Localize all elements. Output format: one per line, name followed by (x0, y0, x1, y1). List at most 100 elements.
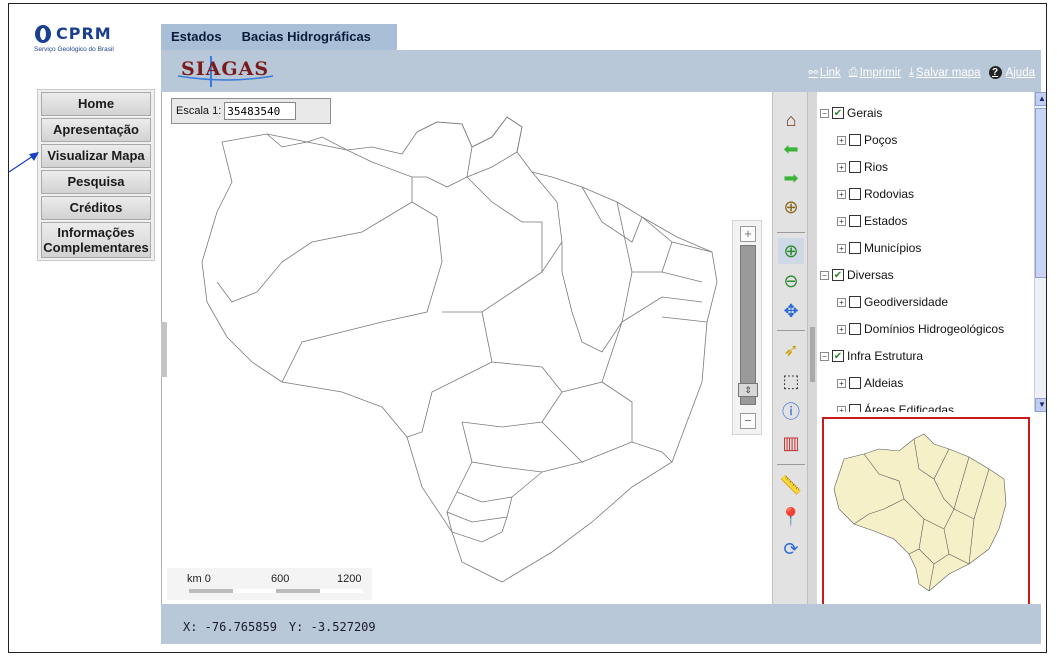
layer-label: Rodovias (864, 187, 915, 201)
zoom-slider-track[interactable] (740, 245, 756, 405)
nav-pesquisa[interactable]: Pesquisa (41, 170, 151, 194)
refresh-icon[interactable]: ⟳ (778, 536, 804, 562)
info-icon[interactable]: ⓘ (778, 399, 804, 425)
layer-rios[interactable]: + Rios (837, 160, 888, 174)
layer-infra-estrutura[interactable]: − ✔ Infra Estrutura (820, 349, 923, 363)
collapse-icon[interactable]: − (820, 270, 829, 280)
layer-checkbox[interactable] (849, 404, 861, 412)
help-button[interactable]: ? Ajuda (988, 66, 1035, 79)
scale-bar-labels: km 0 600 1200 (187, 573, 361, 585)
zoom-in-icon[interactable]: ⊕ (778, 238, 804, 264)
tab-estados[interactable]: Estados (161, 24, 232, 50)
expand-icon[interactable]: + (837, 162, 846, 172)
scroll-up-icon[interactable]: ▲ (1035, 92, 1046, 106)
identify-icon[interactable]: ➶ (778, 337, 804, 363)
layer-label: Infra Estrutura (847, 349, 924, 363)
scrollbar-thumb[interactable] (1035, 108, 1046, 278)
expand-icon[interactable]: + (837, 324, 846, 334)
siagas-logo: SIAGAS (173, 54, 283, 88)
expand-icon[interactable]: + (837, 189, 846, 199)
scale-bar-label-1200: 1200 (337, 573, 362, 585)
layer-rodovias[interactable]: + Rodovias (837, 187, 914, 201)
layer-checkbox[interactable] (849, 323, 861, 335)
zoom-out-icon[interactable]: ⊖ (778, 268, 804, 294)
layer-checkbox-checked[interactable]: ✔ (832, 107, 844, 119)
zoom-slider-minus-icon[interactable]: − (740, 413, 756, 429)
layer-checkbox[interactable] (849, 161, 861, 173)
layer-label: Poços (864, 133, 898, 147)
overview-brazil-map[interactable] (824, 419, 1028, 605)
scale-label: Escala 1: (176, 105, 222, 117)
layer-checkbox[interactable] (849, 188, 861, 200)
layer-checkbox[interactable] (849, 215, 861, 227)
layer-diversas[interactable]: − ✔ Diversas (820, 268, 894, 282)
nav-apresentacao[interactable]: Apresentação (41, 118, 151, 142)
nav-informacoes-complementares[interactable]: Informações Complementares (41, 222, 151, 258)
layer-municipios[interactable]: + Municípios (837, 241, 921, 255)
layer-dominios-hidrogeologicos[interactable]: + Domínios Hidrogeológicos (837, 322, 1004, 336)
pointer-arrow-icon (9, 152, 39, 173)
expand-icon[interactable]: + (837, 297, 846, 307)
cprm-logo[interactable]: CPRM Serviço Geológico do Brasil (34, 22, 154, 62)
measure-icon[interactable]: 📏 (778, 472, 804, 498)
scale-input[interactable] (224, 102, 297, 120)
brazil-map[interactable] (162, 92, 773, 604)
layer-label: Aldeias (864, 376, 904, 390)
expand-icon[interactable]: + (837, 243, 846, 253)
layer-label: Estados (864, 214, 908, 228)
panel-splitter[interactable] (808, 92, 817, 604)
save-map-button[interactable]: ⤓ Salvar mapa (909, 66, 980, 79)
save-map-label: Salvar mapa (916, 66, 981, 79)
overview-map[interactable] (822, 417, 1030, 607)
layer-aldeias[interactable]: + Aldeias (837, 376, 903, 390)
link-button[interactable]: ⚯ Link (808, 66, 841, 80)
layer-checkbox[interactable] (849, 377, 861, 389)
scroll-down-icon[interactable]: ▼ (1035, 398, 1046, 412)
zoom-slider-handle[interactable]: ⇕ (738, 383, 758, 397)
printer-icon: ⎙ (848, 66, 858, 78)
zoom-slider[interactable]: + ⇕ − (732, 220, 762, 435)
forward-arrow-icon[interactable]: ➡ (778, 165, 804, 191)
nav-creditos[interactable]: Créditos (41, 196, 151, 220)
nav-home[interactable]: Home (41, 92, 151, 116)
print-label: Imprimir (859, 66, 902, 79)
collapse-icon[interactable]: − (820, 351, 829, 361)
left-panel-grip[interactable] (161, 322, 167, 377)
pan-icon[interactable]: ✥ (778, 298, 804, 324)
select-icon[interactable]: ⬚ (778, 368, 804, 394)
layer-tree-scrollbar[interactable]: ▲ ▼ (1034, 92, 1046, 412)
layer-checkbox[interactable] (849, 242, 861, 254)
layer-checkbox[interactable] (849, 134, 861, 146)
layer-pocos[interactable]: + Poços (837, 133, 897, 147)
logo-subtitle: Serviço Geológico do Brasil (34, 46, 114, 53)
zoom-slider-plus-icon[interactable]: + (740, 226, 756, 242)
layer-checkbox-checked[interactable]: ✔ (832, 350, 844, 362)
layer-label: Diversas (847, 268, 894, 282)
home-icon[interactable]: ⌂ (778, 107, 804, 133)
layer-estados[interactable]: + Estados (837, 214, 907, 228)
layer-geodiversidade[interactable]: + Geodiversidade (837, 295, 948, 309)
link-label: Link (819, 66, 841, 79)
layer-gerais[interactable]: − ✔ Gerais (820, 106, 882, 120)
marker-icon[interactable]: 📍 (778, 504, 804, 530)
map-view[interactable]: Escala 1: + ⇕ − km 0 600 1200 (161, 92, 772, 604)
scale-bar-graphic (189, 589, 363, 593)
expand-icon[interactable]: + (837, 405, 846, 412)
layer-checkbox-checked[interactable]: ✔ (832, 269, 844, 281)
collapse-icon[interactable]: − (820, 108, 829, 118)
splitter-grip[interactable] (810, 327, 815, 382)
expand-icon[interactable]: + (837, 378, 846, 388)
expand-icon[interactable]: + (837, 135, 846, 145)
print-button[interactable]: ⎙ Imprimir (849, 66, 901, 79)
scale-bar-label-600: 600 (271, 573, 290, 585)
tab-bacias-hidrograficas[interactable]: Bacias Hidrográficas (232, 24, 381, 50)
expand-icon[interactable]: + (837, 216, 846, 226)
layer-areas-edificadas[interactable]: + Áreas Edificadas (837, 403, 954, 412)
back-arrow-icon[interactable]: ⬅ (778, 136, 804, 162)
legend-icon[interactable]: ▥ (778, 430, 804, 456)
siagas-logo-text: SIAGAS (181, 58, 270, 80)
layer-checkbox[interactable] (849, 296, 861, 308)
status-bar: X: -76.765859 Y: -3.527209 (161, 604, 1041, 644)
nav-visualizar-mapa[interactable]: Visualizar Mapa (41, 144, 151, 168)
full-extent-icon[interactable]: ⊕ (778, 194, 804, 220)
